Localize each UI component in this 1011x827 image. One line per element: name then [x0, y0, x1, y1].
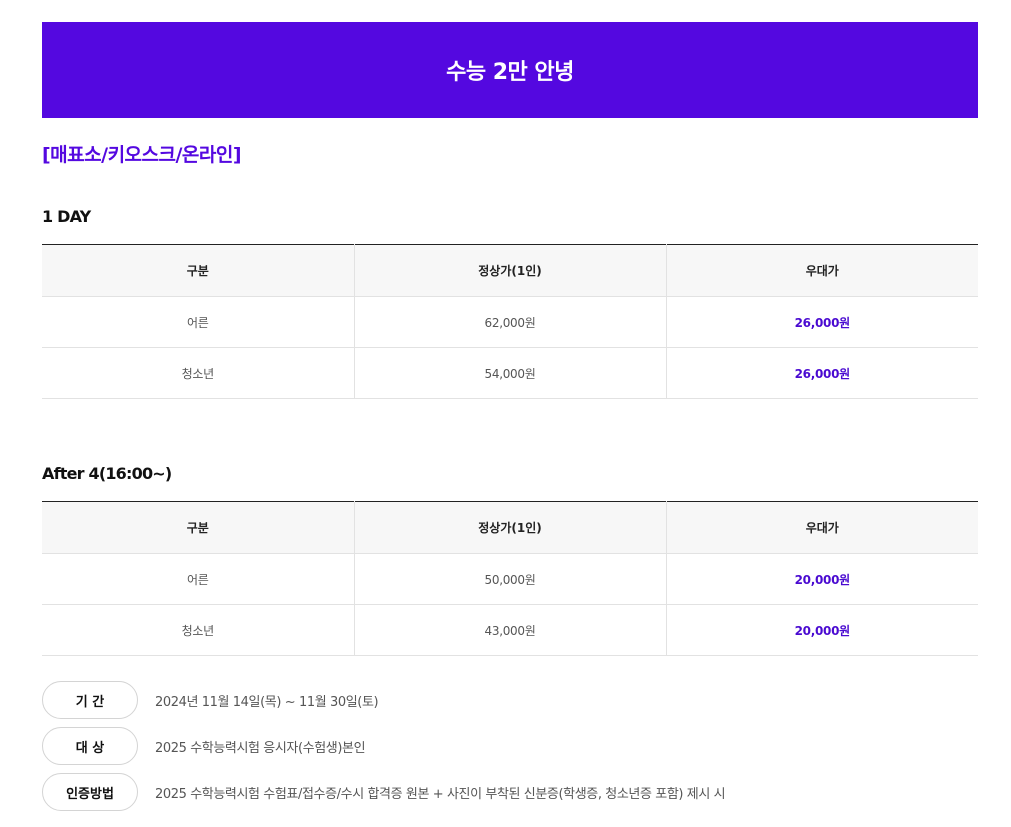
table-row: 청소년 43,000원 20,000원: [42, 604, 978, 656]
col-header-regular-price: 정상가(1인): [353, 501, 666, 554]
cell-regular-price: 50,000원: [353, 553, 666, 605]
cell-promo-price: 26,000원: [665, 347, 978, 399]
cell-category: 어른: [42, 553, 354, 605]
verification-value: 2025 수학능력시험 수험표/접수증/수시 합격증 원본 + 사진이 부착된 …: [155, 786, 726, 802]
info-row-target: 대 상 2025 수학능력시험 응시자(수험생)본인: [42, 727, 366, 765]
col-header-category: 구분: [42, 244, 354, 297]
table-row: 청소년 54,000원 26,000원: [42, 347, 978, 399]
cell-promo-price: 20,000원: [665, 553, 978, 605]
table-title-after4: After 4(16:00~): [42, 464, 172, 483]
table-header-row: 구분 정상가(1인) 우대가: [42, 244, 978, 297]
sales-channel-label: [매표소/키오스크/온라인]: [42, 144, 242, 166]
target-label-pill: 대 상: [42, 727, 138, 765]
verification-label-pill: 인증방법: [42, 773, 138, 811]
promo-banner: 수능 2만 안녕: [42, 22, 978, 118]
cell-regular-price: 43,000원: [353, 604, 666, 656]
cell-category: 청소년: [42, 604, 354, 656]
table-row: 어른 62,000원 26,000원: [42, 296, 978, 348]
cell-category: 청소년: [42, 347, 354, 399]
cell-category: 어른: [42, 296, 354, 348]
period-value: 2024년 11월 14일(목) ~ 11월 30일(토): [155, 694, 379, 710]
target-value: 2025 수학능력시험 응시자(수험생)본인: [155, 740, 366, 756]
info-row-period: 기 간 2024년 11월 14일(목) ~ 11월 30일(토): [42, 681, 379, 719]
page: 수능 2만 안녕 [매표소/키오스크/온라인] 1 DAY 구분 정상가(1인)…: [0, 0, 1011, 827]
banner-title: 수능 2만 안녕: [446, 60, 574, 85]
col-header-promo-price: 우대가: [665, 501, 978, 554]
cell-promo-price: 26,000원: [665, 296, 978, 348]
cell-promo-price: 20,000원: [665, 604, 978, 656]
table-title-1day: 1 DAY: [42, 207, 91, 226]
price-table-after4: 구분 정상가(1인) 우대가 어른 50,000원 20,000원 청소년 43…: [42, 501, 978, 656]
cell-regular-price: 62,000원: [353, 296, 666, 348]
col-header-category: 구분: [42, 501, 354, 554]
col-header-regular-price: 정상가(1인): [353, 244, 666, 297]
cell-regular-price: 54,000원: [353, 347, 666, 399]
info-row-verification: 인증방법 2025 수학능력시험 수험표/접수증/수시 합격증 원본 + 사진이…: [42, 773, 726, 811]
table-header-row: 구분 정상가(1인) 우대가: [42, 501, 978, 554]
period-label-pill: 기 간: [42, 681, 138, 719]
price-table-1day: 구분 정상가(1인) 우대가 어른 62,000원 26,000원 청소년 54…: [42, 244, 978, 399]
col-header-promo-price: 우대가: [665, 244, 978, 297]
table-row: 어른 50,000원 20,000원: [42, 553, 978, 605]
